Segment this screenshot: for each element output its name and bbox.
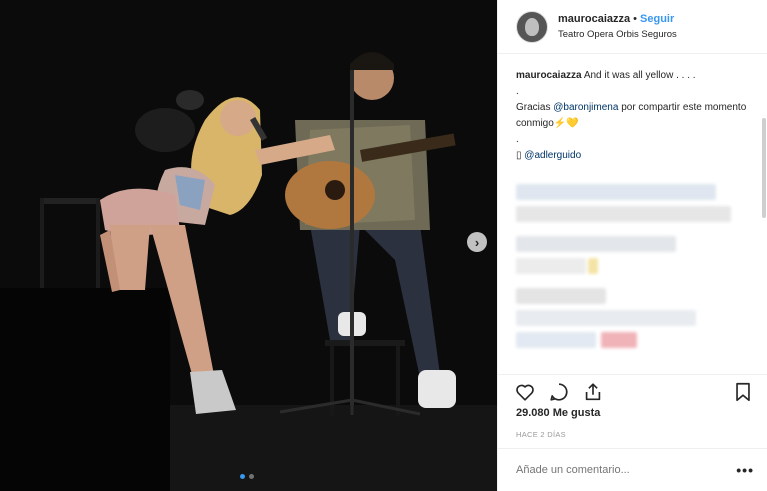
action-bar [498, 374, 767, 410]
post-timestamp[interactable]: HACE 2 DÍAS [516, 430, 566, 439]
caption: maurocaiazza And it was all yellow . . .… [516, 68, 752, 84]
blurred-comments [516, 176, 752, 356]
add-comment-bar: ••• [498, 448, 767, 491]
header-username[interactable]: maurocaiazza [558, 13, 630, 25]
caption-dot-2: . [516, 134, 519, 145]
heart-icon[interactable] [514, 381, 536, 410]
thanks-prefix: Gracias [516, 102, 551, 113]
header-text: maurocaiazza • Seguir Teatro Opera Orbis… [558, 13, 677, 40]
blurred-comment [601, 332, 637, 348]
next-photo-button[interactable]: › [467, 232, 487, 252]
share-icon[interactable] [582, 381, 604, 410]
caption-username[interactable]: maurocaiazza [516, 70, 582, 81]
blurred-comment [516, 184, 716, 200]
blurred-comment [516, 236, 676, 252]
blurred-comment [516, 258, 586, 274]
carousel-dot-1 [240, 474, 245, 479]
carousel-indicator [240, 474, 254, 479]
camera-icon: ▯ [516, 150, 522, 161]
emoji-icons: ⚡💛 [553, 118, 579, 129]
post-photo[interactable]: › [0, 0, 497, 491]
bookmark-icon[interactable] [732, 381, 754, 410]
likes-count[interactable]: 29.080 Me gusta [516, 407, 600, 419]
carousel-dot-2 [249, 474, 254, 479]
avatar[interactable] [516, 10, 548, 43]
concert-photo-image [0, 0, 497, 491]
blurred-comment [516, 288, 606, 304]
mention-adlerguido[interactable]: @adlerguido [524, 150, 581, 161]
comment-icon[interactable] [548, 381, 570, 410]
comment-input[interactable] [516, 464, 737, 476]
comments-area[interactable]: maurocaiazza And it was all yellow . . .… [498, 58, 767, 374]
comments-scrollbar[interactable] [762, 118, 766, 218]
thanks-suffix: por compartir este momento conmigo [516, 102, 747, 129]
follow-button[interactable]: Seguir [640, 13, 674, 25]
blurred-comment [516, 206, 731, 222]
caption-thanks: Gracias @baronjimena por compartir este … [516, 100, 752, 132]
caption-text: And it was all yellow . . . . [583, 70, 696, 81]
more-options-button[interactable]: ••• [736, 462, 754, 478]
caption-dot-1: . [516, 86, 519, 97]
mention-baronjimena[interactable]: @baronjimena [553, 102, 618, 113]
chevron-right-icon: › [474, 234, 480, 250]
post-side-panel: maurocaiazza • Seguir Teatro Opera Orbis… [497, 0, 767, 491]
caption-credit: ▯ @adlerguido [516, 148, 752, 164]
header-separator: • [633, 13, 638, 25]
location-link[interactable]: Teatro Opera Orbis Seguros [558, 29, 677, 40]
post-header: maurocaiazza • Seguir Teatro Opera Orbis… [498, 0, 767, 54]
blurred-comment [588, 258, 598, 274]
blurred-comment [516, 332, 596, 348]
blurred-comment [516, 310, 696, 326]
